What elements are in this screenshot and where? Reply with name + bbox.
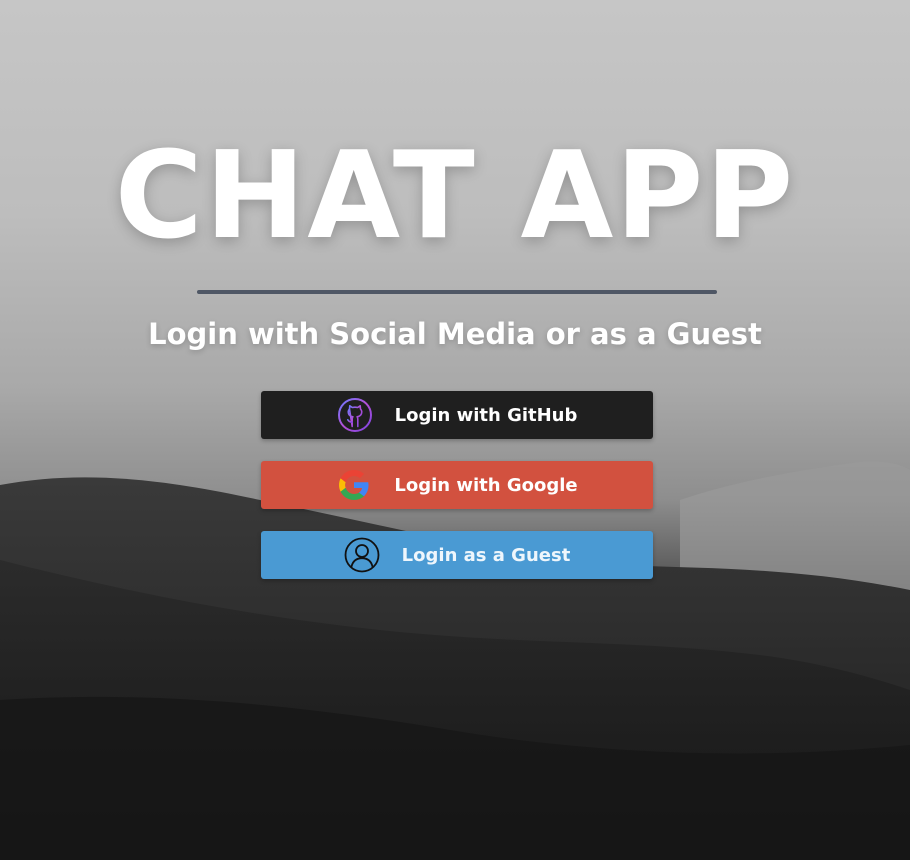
login-guest-label: Login as a Guest (401, 544, 571, 566)
google-icon (336, 467, 372, 503)
login-subtitle: Login with Social Media or as a Guest (148, 317, 762, 351)
login-google-button[interactable]: Login with Google (261, 461, 653, 509)
app-title: CHAT APP (114, 127, 796, 266)
login-github-button[interactable]: Login with GitHub (261, 391, 653, 439)
login-google-label: Login with Google (394, 474, 578, 496)
user-icon (344, 537, 380, 573)
title-divider (197, 290, 717, 294)
login-screen: CHAT APP Login with Social Media or as a… (0, 0, 910, 860)
github-icon (337, 397, 373, 433)
login-github-label: Login with GitHub (394, 404, 578, 426)
login-guest-button[interactable]: Login as a Guest (261, 531, 653, 579)
